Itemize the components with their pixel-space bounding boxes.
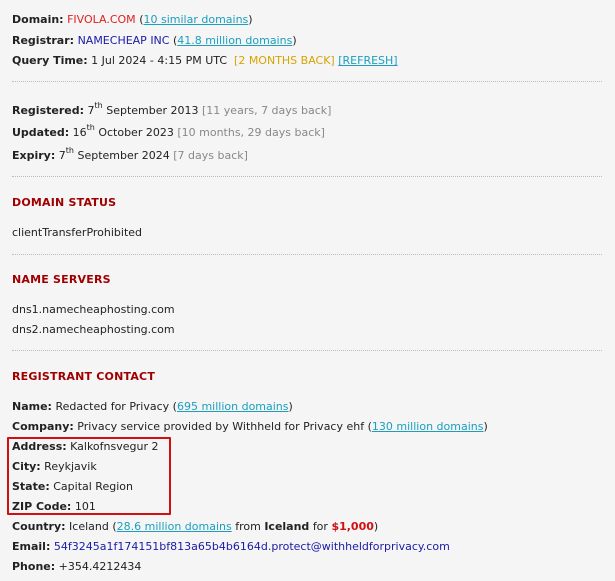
divider <box>12 254 602 255</box>
expiry-row: Expiry: 7th September 2024 [7 days back] <box>12 146 248 163</box>
registrant-contact-heading: REGISTRANT CONTACT <box>12 370 156 383</box>
registrant-address-label: Address: <box>12 440 67 453</box>
registrant-email-label: Email: <box>12 540 51 553</box>
registered-row: Registered: 7th September 2013 [11 years… <box>12 101 332 118</box>
registrant-city-row: City: Reykjavik <box>12 460 97 474</box>
registrant-zip-value: 101 <box>74 500 96 513</box>
registrar-domains-link[interactable]: 41.8 million domains <box>177 34 292 47</box>
registrant-name-domains-link[interactable]: 695 million domains <box>177 400 289 413</box>
expiry-ago: [7 days back] <box>173 149 248 162</box>
registered-suffix: th <box>94 101 103 111</box>
query-time-row: Query Time: 1 Jul 2024 - 4:15 PM UTC [2 … <box>12 54 398 68</box>
status-item: clientTransferProhibited <box>12 226 143 239</box>
registrant-name-value: Redacted for Privacy <box>55 400 170 413</box>
divider <box>12 350 602 351</box>
registrant-city-value: Reykjavik <box>44 460 97 473</box>
similar-domains-link[interactable]: 10 similar domains <box>143 13 248 26</box>
updated-label: Updated: <box>12 126 70 139</box>
query-time-ago: [2 MONTHS BACK] <box>234 54 335 67</box>
query-time-value: 1 Jul 2024 - 4:15 PM UTC <box>91 54 228 67</box>
country-from-text: from <box>235 520 261 533</box>
updated-suffix: th <box>86 123 95 133</box>
registrant-zip-label: ZIP Code: <box>12 500 72 513</box>
expiry-label: Expiry: <box>12 149 56 162</box>
registrar-row: Registrar: NAMECHEAP INC (41.8 million d… <box>12 34 297 48</box>
nameserver-item: dns2.namecheaphosting.com <box>12 323 175 336</box>
registrant-email-value[interactable]: 54f3245a1f174151bf813a65b4b6164d.protect… <box>54 540 450 553</box>
updated-rest: October 2023 <box>98 126 174 139</box>
registrant-state-value: Capital Region <box>53 480 133 493</box>
registrant-email-row: Email: 54f3245a1f174151bf813a65b4b6164d.… <box>12 540 450 554</box>
registrant-phone-label: Phone: <box>12 560 56 573</box>
registrant-city-label: City: <box>12 460 41 473</box>
expiry-day: 7 <box>58 149 66 162</box>
country-domains-link[interactable]: 28.6 million domains <box>117 520 232 533</box>
domain-value: FIVOLA.COM <box>67 13 136 26</box>
registrant-state-row: State: Capital Region <box>12 480 133 494</box>
registrant-phone-row: Phone: +354.4212434 <box>12 560 141 574</box>
country-place: Iceland <box>264 520 310 533</box>
registered-label: Registered: <box>12 104 84 117</box>
country-for-text: for <box>312 520 328 533</box>
query-time-label: Query Time: <box>12 54 88 67</box>
registrant-country-value: Iceland <box>69 520 109 533</box>
divider <box>12 81 602 82</box>
registrant-company-value: Privacy service provided by Withheld for… <box>77 420 365 433</box>
expiry-suffix: th <box>65 146 74 156</box>
domain-row: Domain: FIVOLA.COM (10 similar domains) <box>12 13 253 27</box>
nameserver-item: dns1.namecheaphosting.com <box>12 303 175 316</box>
country-price: $1,000 <box>331 520 374 533</box>
registrant-zip-row: ZIP Code: 101 <box>12 500 96 514</box>
domain-label: Domain: <box>12 13 64 26</box>
registrant-name-row: Name: Redacted for Privacy (695 million … <box>12 400 293 413</box>
registrant-country-row: Country: Iceland (28.6 million domains f… <box>12 520 379 533</box>
updated-day: 16 <box>72 126 87 139</box>
registrar-label: Registrar: <box>12 34 75 47</box>
registrar-value: NAMECHEAP INC <box>77 34 170 47</box>
registrant-company-label: Company: <box>12 420 74 433</box>
registrant-name-label: Name: <box>12 400 52 413</box>
updated-row: Updated: 16th October 2023 [10 months, 2… <box>12 123 325 140</box>
registrant-state-label: State: <box>12 480 50 493</box>
registrant-country-label: Country: <box>12 520 66 533</box>
divider <box>12 176 602 177</box>
registrant-phone-value: +354.4212434 <box>58 560 142 573</box>
registrant-address-value: Kalkofnsvegur 2 <box>70 440 159 453</box>
registrant-company-domains-link[interactable]: 130 million domains <box>372 420 484 433</box>
whois-page: Domain: FIVOLA.COM (10 similar domains) … <box>0 0 615 581</box>
domain-status-heading: DOMAIN STATUS <box>12 196 117 209</box>
registrant-company-row: Company: Privacy service provided by Wit… <box>12 420 488 433</box>
refresh-link[interactable]: [REFRESH] <box>338 54 397 67</box>
registrant-address-row: Address: Kalkofnsvegur 2 <box>12 440 159 454</box>
registrar-paren-close: ) <box>292 34 297 47</box>
name-servers-heading: NAME SERVERS <box>12 273 111 286</box>
expiry-rest: September 2024 <box>77 149 170 162</box>
registered-ago: [11 years, 7 days back] <box>202 104 332 117</box>
registered-day: 7 <box>87 104 95 117</box>
domain-paren-close: ) <box>248 13 253 26</box>
registered-rest: September 2013 <box>106 104 199 117</box>
updated-ago: [10 months, 29 days back] <box>177 126 325 139</box>
